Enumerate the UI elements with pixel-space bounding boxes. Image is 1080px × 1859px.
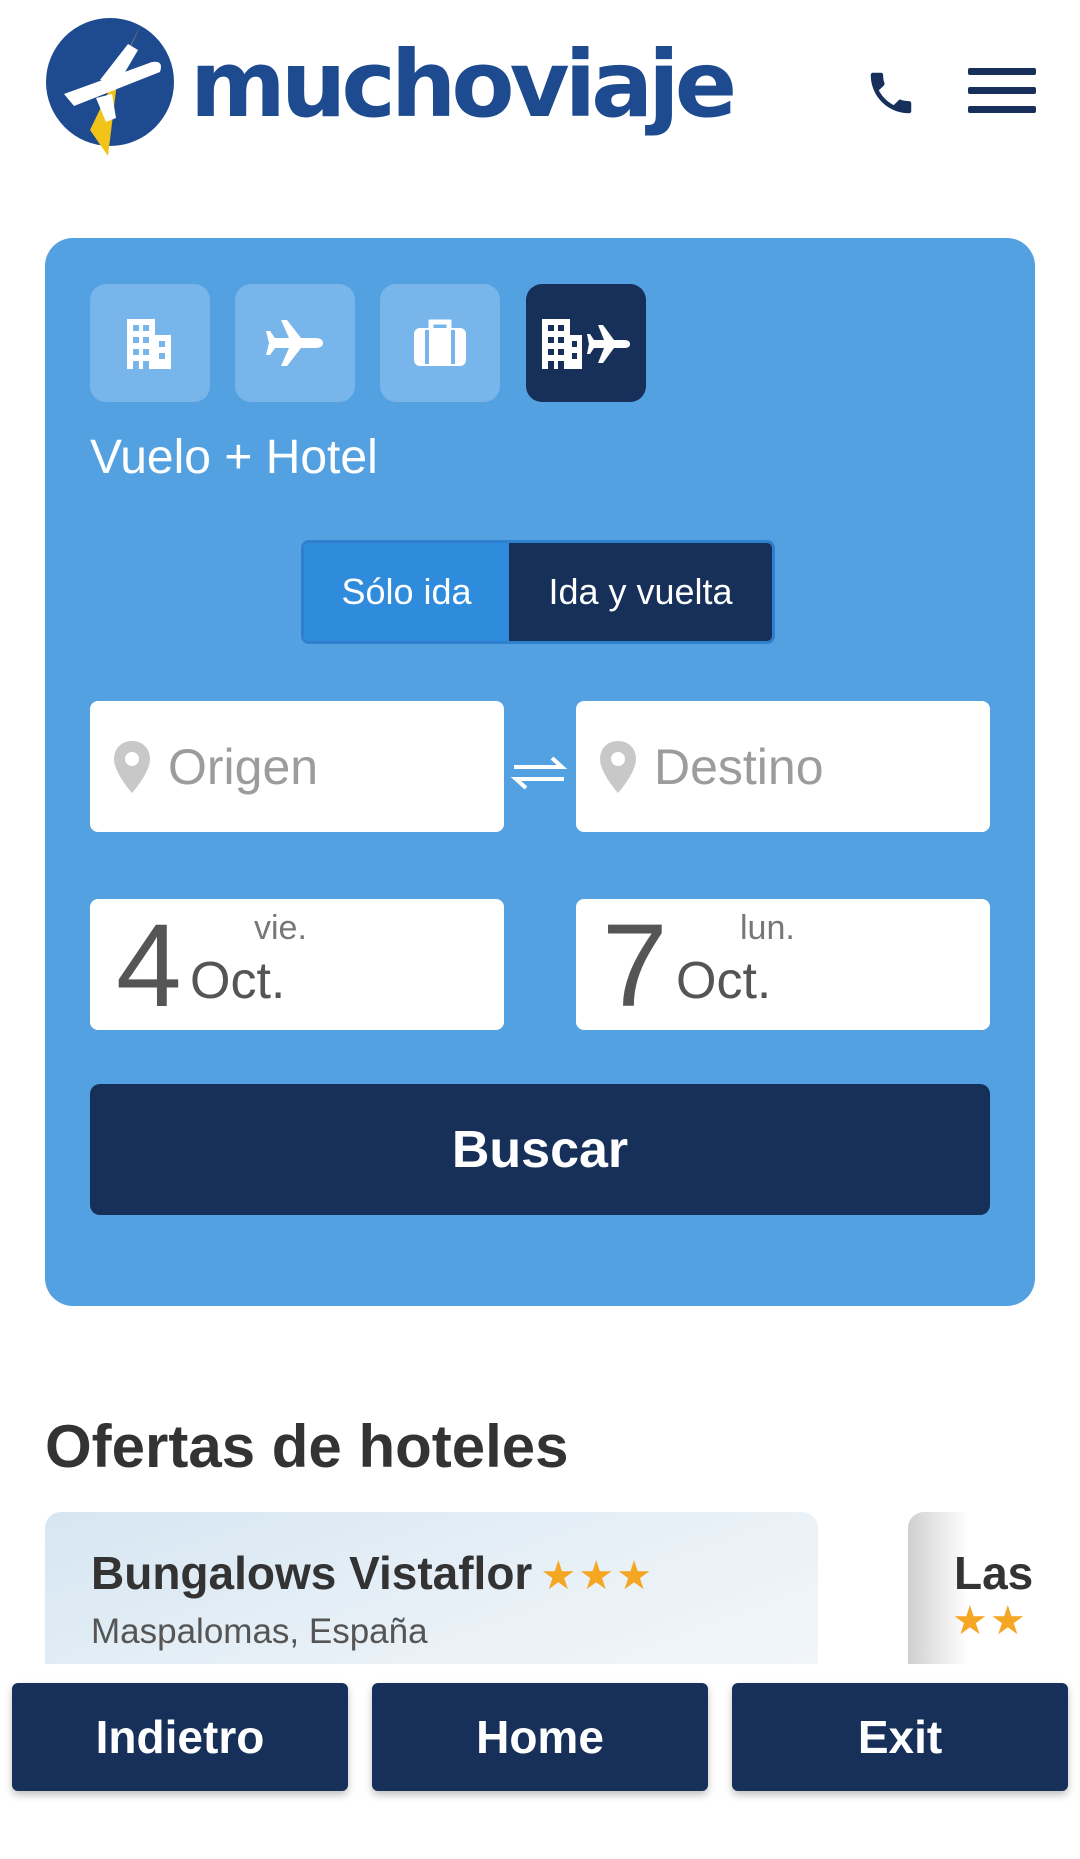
depart-day: 4 bbox=[116, 900, 182, 1032]
offer-card[interactable]: Las ★★ bbox=[908, 1512, 1034, 1664]
trip-type-toggle: Sólo ida Ida y vuelta bbox=[301, 540, 775, 644]
brand-logo[interactable]: muchoviaje bbox=[44, 14, 737, 162]
offer-name: Las bbox=[954, 1547, 1034, 1599]
search-panel: Vuelo + Hotel Sólo ida Ida y vuelta Orig… bbox=[45, 238, 1035, 1306]
phone-icon[interactable] bbox=[864, 66, 918, 120]
origin-placeholder: Origen bbox=[168, 738, 319, 795]
offers-carousel: Bungalows Vistaflor ★★★ Maspalomas, Españ… bbox=[0, 1512, 1080, 1664]
plane-icon bbox=[266, 320, 323, 366]
hotel-icon bbox=[127, 319, 171, 369]
origin-input[interactable]: Origen bbox=[90, 701, 504, 832]
return-weekday: lun. bbox=[740, 909, 795, 947]
product-title: Vuelo + Hotel bbox=[90, 431, 378, 484]
return-month: Oct. bbox=[676, 952, 772, 1010]
hotel-plus-plane-icon bbox=[542, 319, 630, 369]
map-pin-icon bbox=[600, 740, 636, 793]
offers-title: Ofertas de hoteles bbox=[45, 1413, 569, 1480]
depart-month: Oct. bbox=[190, 952, 286, 1010]
tab-hotel[interactable] bbox=[90, 284, 210, 402]
star-rating-icon: ★★★ bbox=[540, 1554, 654, 1598]
map-pin-icon bbox=[114, 740, 150, 793]
destination-placeholder: Destino bbox=[654, 738, 824, 795]
depart-date-field[interactable]: 4 vie. Oct. bbox=[90, 899, 504, 1030]
brand-name: muchoviaje bbox=[190, 30, 737, 138]
hamburger-menu-icon[interactable] bbox=[968, 68, 1036, 114]
offer-card[interactable]: Bungalows Vistaflor ★★★ Maspalomas, Españ… bbox=[45, 1512, 818, 1664]
search-button[interactable]: Buscar bbox=[90, 1084, 990, 1215]
offer-name: Bungalows Vistaflor bbox=[91, 1547, 533, 1599]
offer-location: Maspalomas, España bbox=[91, 1612, 428, 1651]
round-trip-option[interactable]: Ida y vuelta bbox=[509, 543, 772, 641]
home-button[interactable]: Home bbox=[372, 1683, 708, 1791]
tab-flight-hotel[interactable] bbox=[526, 284, 646, 402]
destination-input[interactable]: Destino bbox=[576, 701, 990, 832]
one-way-option[interactable]: Sólo ida bbox=[304, 543, 509, 641]
tab-package[interactable] bbox=[380, 284, 500, 402]
star-rating-icon: ★★ bbox=[952, 1599, 1028, 1643]
tab-flight[interactable] bbox=[235, 284, 355, 402]
offer-name-row: Bungalows Vistaflor ★★★ bbox=[91, 1546, 654, 1600]
suitcase-icon bbox=[414, 319, 466, 366]
back-button[interactable]: Indietro bbox=[12, 1683, 348, 1791]
logo-plane-icon bbox=[46, 18, 174, 156]
return-day: 7 bbox=[602, 900, 668, 1032]
exit-button[interactable]: Exit bbox=[732, 1683, 1068, 1791]
swap-arrows-icon[interactable] bbox=[510, 753, 568, 791]
return-date-field[interactable]: 7 lun. Oct. bbox=[576, 899, 990, 1030]
depart-weekday: vie. bbox=[254, 909, 307, 947]
